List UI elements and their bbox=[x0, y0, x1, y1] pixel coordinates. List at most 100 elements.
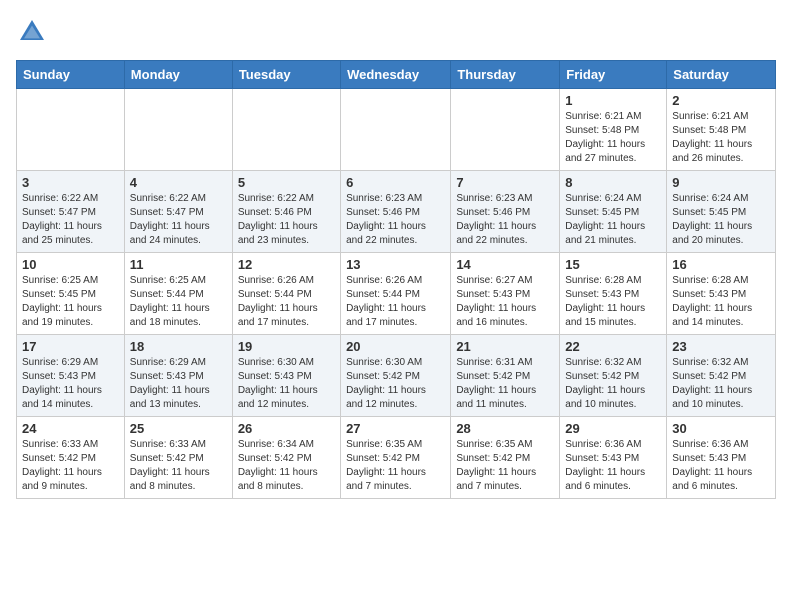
day-number: 13 bbox=[346, 257, 445, 272]
day-info: Sunrise: 6:28 AM Sunset: 5:43 PM Dayligh… bbox=[672, 274, 770, 330]
day-number: 6 bbox=[346, 175, 445, 190]
day-number: 24 bbox=[22, 421, 119, 436]
calendar-day-cell: 29Sunrise: 6:36 AM Sunset: 5:43 PM Dayli… bbox=[560, 417, 667, 499]
day-number: 18 bbox=[130, 339, 227, 354]
calendar-day-cell bbox=[341, 89, 451, 171]
calendar-day-cell: 5 Sunrise: 6:22 AM Sunset: 5:46 PM Daylig… bbox=[232, 171, 340, 253]
calendar-day-cell: 1 Sunrise: 6:21 AM Sunset: 5:48 PM Daylig… bbox=[560, 89, 667, 171]
calendar-day-cell: 8 Sunrise: 6:24 AM Sunset: 5:45 PM Daylig… bbox=[560, 171, 667, 253]
day-info: Sunrise: 6:22 AM Sunset: 5:47 PM Dayligh… bbox=[22, 192, 119, 248]
day-info: Sunrise: 6:22 AM Sunset: 5:46 PM Dayligh… bbox=[238, 192, 335, 248]
day-info: Sunrise: 6:30 AM Sunset: 5:42 PM Dayligh… bbox=[346, 356, 445, 412]
day-number: 16 bbox=[672, 257, 770, 272]
calendar-day-cell: 30 Sunrise: 6:36 AM Sunset: 5:43 PM Dayli… bbox=[667, 417, 776, 499]
day-info: Sunrise: 6:36 AM Sunset: 5:43 PM Dayligh… bbox=[672, 438, 770, 494]
calendar-day-cell: 27Sunrise: 6:35 AM Sunset: 5:42 PM Dayli… bbox=[341, 417, 451, 499]
calendar-day-cell: 10 Sunrise: 6:25 AM Sunset: 5:45 PM Dayli… bbox=[17, 253, 125, 335]
day-info: Sunrise: 6:32 AM Sunset: 5:42 PM Dayligh… bbox=[672, 356, 770, 412]
calendar-table: SundayMondayTuesdayWednesdayThursdayFrid… bbox=[16, 60, 776, 499]
calendar-day-cell: 3 Sunrise: 6:22 AM Sunset: 5:47 PM Daylig… bbox=[17, 171, 125, 253]
day-info: Sunrise: 6:27 AM Sunset: 5:43 PM Dayligh… bbox=[456, 274, 554, 330]
day-number: 25 bbox=[130, 421, 227, 436]
day-info: Sunrise: 6:34 AM Sunset: 5:42 PM Dayligh… bbox=[238, 438, 335, 494]
day-number: 26 bbox=[238, 421, 335, 436]
calendar-day-cell: 6 Sunrise: 6:23 AM Sunset: 5:46 PM Daylig… bbox=[341, 171, 451, 253]
day-number: 17 bbox=[22, 339, 119, 354]
calendar-day-header: Thursday bbox=[451, 61, 560, 89]
calendar-day-cell: 19 Sunrise: 6:30 AM Sunset: 5:43 PM Dayli… bbox=[232, 335, 340, 417]
calendar-week-row: 10 Sunrise: 6:25 AM Sunset: 5:45 PM Dayli… bbox=[17, 253, 776, 335]
day-number: 1 bbox=[565, 93, 661, 108]
day-number: 3 bbox=[22, 175, 119, 190]
page-header bbox=[16, 16, 776, 48]
day-number: 2 bbox=[672, 93, 770, 108]
calendar-day-cell: 26 Sunrise: 6:34 AM Sunset: 5:42 PM Dayli… bbox=[232, 417, 340, 499]
day-number: 4 bbox=[130, 175, 227, 190]
day-number: 28 bbox=[456, 421, 554, 436]
calendar-day-header: Saturday bbox=[667, 61, 776, 89]
day-info: Sunrise: 6:23 AM Sunset: 5:46 PM Dayligh… bbox=[456, 192, 554, 248]
day-number: 20 bbox=[346, 339, 445, 354]
calendar-day-cell bbox=[17, 89, 125, 171]
calendar-day-cell: 25 Sunrise: 6:33 AM Sunset: 5:42 PM Dayli… bbox=[124, 417, 232, 499]
calendar-day-cell: 17Sunrise: 6:29 AM Sunset: 5:43 PM Dayli… bbox=[17, 335, 125, 417]
calendar-day-cell: 7 Sunrise: 6:23 AM Sunset: 5:46 PM Daylig… bbox=[451, 171, 560, 253]
calendar-day-header: Sunday bbox=[17, 61, 125, 89]
day-info: Sunrise: 6:26 AM Sunset: 5:44 PM Dayligh… bbox=[346, 274, 445, 330]
day-info: Sunrise: 6:31 AM Sunset: 5:42 PM Dayligh… bbox=[456, 356, 554, 412]
day-info: Sunrise: 6:21 AM Sunset: 5:48 PM Dayligh… bbox=[672, 110, 770, 166]
day-info: Sunrise: 6:21 AM Sunset: 5:48 PM Dayligh… bbox=[565, 110, 661, 166]
day-number: 21 bbox=[456, 339, 554, 354]
day-number: 27 bbox=[346, 421, 445, 436]
day-number: 9 bbox=[672, 175, 770, 190]
calendar-day-cell: 28 Sunrise: 6:35 AM Sunset: 5:42 PM Dayli… bbox=[451, 417, 560, 499]
day-number: 23 bbox=[672, 339, 770, 354]
calendar-day-cell: 4 Sunrise: 6:22 AM Sunset: 5:47 PM Daylig… bbox=[124, 171, 232, 253]
day-number: 11 bbox=[130, 257, 227, 272]
day-info: Sunrise: 6:30 AM Sunset: 5:43 PM Dayligh… bbox=[238, 356, 335, 412]
calendar-day-cell: 9Sunrise: 6:24 AM Sunset: 5:45 PM Daylig… bbox=[667, 171, 776, 253]
calendar-day-cell: 2 Sunrise: 6:21 AM Sunset: 5:48 PM Daylig… bbox=[667, 89, 776, 171]
calendar-day-cell: 15Sunrise: 6:28 AM Sunset: 5:43 PM Dayli… bbox=[560, 253, 667, 335]
day-info: Sunrise: 6:22 AM Sunset: 5:47 PM Dayligh… bbox=[130, 192, 227, 248]
calendar-header-row: SundayMondayTuesdayWednesdayThursdayFrid… bbox=[17, 61, 776, 89]
day-info: Sunrise: 6:24 AM Sunset: 5:45 PM Dayligh… bbox=[565, 192, 661, 248]
day-info: Sunrise: 6:35 AM Sunset: 5:42 PM Dayligh… bbox=[456, 438, 554, 494]
calendar-week-row: 1 Sunrise: 6:21 AM Sunset: 5:48 PM Daylig… bbox=[17, 89, 776, 171]
day-number: 8 bbox=[565, 175, 661, 190]
calendar-day-cell: 16 Sunrise: 6:28 AM Sunset: 5:43 PM Dayli… bbox=[667, 253, 776, 335]
calendar-day-cell bbox=[451, 89, 560, 171]
calendar-day-header: Tuesday bbox=[232, 61, 340, 89]
day-info: Sunrise: 6:33 AM Sunset: 5:42 PM Dayligh… bbox=[130, 438, 227, 494]
day-number: 5 bbox=[238, 175, 335, 190]
day-info: Sunrise: 6:23 AM Sunset: 5:46 PM Dayligh… bbox=[346, 192, 445, 248]
calendar-day-header: Monday bbox=[124, 61, 232, 89]
calendar-day-cell bbox=[124, 89, 232, 171]
calendar-day-cell: 13 Sunrise: 6:26 AM Sunset: 5:44 PM Dayli… bbox=[341, 253, 451, 335]
logo-icon bbox=[16, 16, 48, 48]
day-number: 7 bbox=[456, 175, 554, 190]
day-info: Sunrise: 6:25 AM Sunset: 5:45 PM Dayligh… bbox=[22, 274, 119, 330]
day-number: 30 bbox=[672, 421, 770, 436]
calendar-day-cell: 12 Sunrise: 6:26 AM Sunset: 5:44 PM Dayli… bbox=[232, 253, 340, 335]
logo bbox=[16, 16, 52, 48]
day-number: 12 bbox=[238, 257, 335, 272]
calendar-day-header: Friday bbox=[560, 61, 667, 89]
day-number: 19 bbox=[238, 339, 335, 354]
day-info: Sunrise: 6:26 AM Sunset: 5:44 PM Dayligh… bbox=[238, 274, 335, 330]
calendar-day-cell: 24 Sunrise: 6:33 AM Sunset: 5:42 PM Dayli… bbox=[17, 417, 125, 499]
calendar-day-cell: 18 Sunrise: 6:29 AM Sunset: 5:43 PM Dayli… bbox=[124, 335, 232, 417]
day-number: 14 bbox=[456, 257, 554, 272]
day-info: Sunrise: 6:33 AM Sunset: 5:42 PM Dayligh… bbox=[22, 438, 119, 494]
day-info: Sunrise: 6:29 AM Sunset: 5:43 PM Dayligh… bbox=[130, 356, 227, 412]
day-info: Sunrise: 6:25 AM Sunset: 5:44 PM Dayligh… bbox=[130, 274, 227, 330]
calendar-day-cell: 11 Sunrise: 6:25 AM Sunset: 5:44 PM Dayli… bbox=[124, 253, 232, 335]
day-number: 22 bbox=[565, 339, 661, 354]
calendar-day-cell: 21 Sunrise: 6:31 AM Sunset: 5:42 PM Dayli… bbox=[451, 335, 560, 417]
day-number: 15 bbox=[565, 257, 661, 272]
calendar-week-row: 17 Sunrise: 6:29 AM Sunset: 5:43 PM Dayli… bbox=[17, 335, 776, 417]
calendar-day-header: Wednesday bbox=[341, 61, 451, 89]
calendar-week-row: 3 Sunrise: 6:22 AM Sunset: 5:47 PM Daylig… bbox=[17, 171, 776, 253]
day-number: 10 bbox=[22, 257, 119, 272]
calendar-day-cell: 14 Sunrise: 6:27 AM Sunset: 5:43 PM Dayli… bbox=[451, 253, 560, 335]
